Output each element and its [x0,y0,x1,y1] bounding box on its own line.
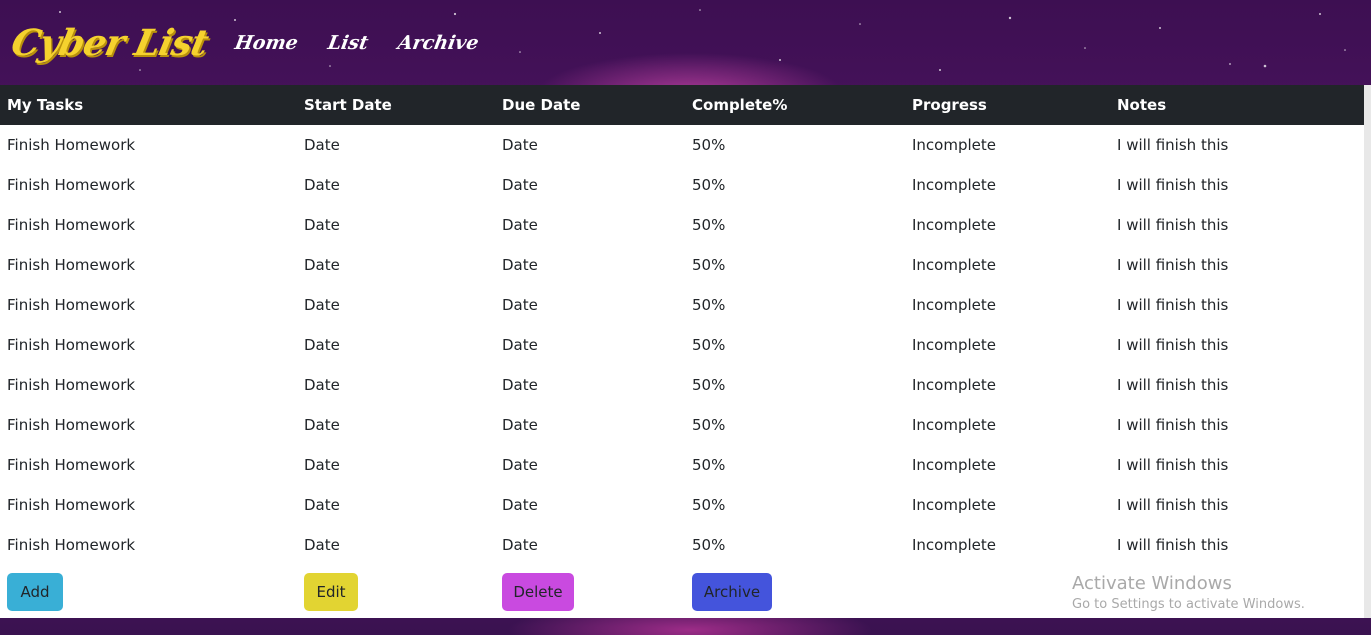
complete-percent-cell: 50% [692,536,726,554]
table-row[interactable]: Finish Homework Date Date 50% Incomplete I wi… [0,405,1364,445]
table-row[interactable]: Finish Homework Date Date 50% Incomplete I wi… [0,205,1364,245]
table-header-row: My Tasks Start Date Due Date Complete% P… [0,85,1364,125]
table-row[interactable]: Finish Homework Date Date 50% Incomplete I wi… [0,245,1364,285]
start-date-cell: Date [304,336,340,354]
start-date-cell: Date [304,256,340,274]
start-date-cell: Date [304,416,340,434]
header-start-date: Start Date [304,96,392,114]
notes-cell: I will finish this [1117,216,1229,234]
table-row[interactable]: Finish Homework Date Date 50% Incomplete I wi… [0,325,1364,365]
progress-cell: Incomplete [912,136,996,154]
due-date-cell: Date [502,296,538,314]
top-navbar: Cyber List Home List Archive [0,0,1371,85]
activate-windows-watermark: Activate Windows Go to Settings to activ… [1072,573,1305,615]
task-name-cell: Finish Homework [7,256,136,274]
progress-cell: Incomplete [912,496,996,514]
due-date-cell: Date [502,336,538,354]
due-date-cell: Date [502,136,538,154]
task-name-cell: Finish Homework [7,176,136,194]
complete-percent-cell: 50% [692,296,726,314]
header-my-tasks: My Tasks [7,96,84,114]
task-name-cell: Finish Homework [7,456,136,474]
edit-button[interactable]: Edit [304,573,358,611]
delete-button[interactable]: Delete [502,573,574,611]
header-notes: Notes [1117,96,1167,114]
notes-cell: I will finish this [1117,536,1229,554]
due-date-cell: Date [502,536,538,554]
notes-cell: I will finish this [1117,456,1229,474]
task-name-cell: Finish Homework [7,136,136,154]
start-date-cell: Date [304,296,340,314]
task-name-cell: Finish Homework [7,216,136,234]
start-date-cell: Date [304,376,340,394]
notes-cell: I will finish this [1117,176,1229,194]
progress-cell: Incomplete [912,416,996,434]
task-name-cell: Finish Homework [7,496,136,514]
table-row[interactable]: Finish Homework Date Date 50% Incomplete I wi… [0,445,1364,485]
start-date-cell: Date [304,536,340,554]
header-progress: Progress [912,96,987,114]
start-date-cell: Date [304,456,340,474]
table-row[interactable]: Finish Homework Date Date 50% Incomplete I wi… [0,285,1364,325]
table-row[interactable]: Finish Homework Date Date 50% Incomplete I wi… [0,125,1364,165]
task-name-cell: Finish Homework [7,536,136,554]
complete-percent-cell: 50% [692,496,726,514]
progress-cell: Incomplete [912,176,996,194]
progress-cell: Incomplete [912,296,996,314]
task-name-cell: Finish Homework [7,336,136,354]
nav-link-list[interactable]: List [326,32,370,54]
complete-percent-cell: 50% [692,456,726,474]
nav-link-archive[interactable]: Archive [396,32,480,54]
due-date-cell: Date [502,496,538,514]
notes-cell: I will finish this [1117,416,1229,434]
nav-link-home[interactable]: Home [233,32,300,54]
due-date-cell: Date [502,376,538,394]
notes-cell: I will finish this [1117,376,1229,394]
watermark-title: Activate Windows [1072,573,1232,594]
due-date-cell: Date [502,416,538,434]
due-date-cell: Date [502,216,538,234]
progress-cell: Incomplete [912,376,996,394]
notes-cell: I will finish this [1117,256,1229,274]
task-name-cell: Finish Homework [7,376,136,394]
due-date-cell: Date [502,256,538,274]
scrollbar-track[interactable] [1364,85,1371,618]
header-complete-percent: Complete% [692,96,788,114]
task-name-cell: Finish Homework [7,416,136,434]
header-due-date: Due Date [502,96,581,114]
due-date-cell: Date [502,456,538,474]
table-row[interactable]: Finish Homework Date Date 50% Incomplete I wi… [0,165,1364,205]
start-date-cell: Date [304,176,340,194]
notes-cell: I will finish this [1117,336,1229,354]
progress-cell: Incomplete [912,456,996,474]
task-name-cell: Finish Homework [7,296,136,314]
start-date-cell: Date [304,216,340,234]
complete-percent-cell: 50% [692,416,726,434]
notes-cell: I will finish this [1117,296,1229,314]
complete-percent-cell: 50% [692,376,726,394]
complete-percent-cell: 50% [692,176,726,194]
table-row[interactable]: Finish Homework Date Date 50% Incomplete I wi… [0,365,1364,405]
due-date-cell: Date [502,176,538,194]
start-date-cell: Date [304,496,340,514]
progress-cell: Incomplete [912,536,996,554]
watermark-subtitle: Go to Settings to activate Windows. [1072,597,1305,612]
progress-cell: Incomplete [912,256,996,274]
complete-percent-cell: 50% [692,256,726,274]
add-button[interactable]: Add [7,573,63,611]
archive-button[interactable]: Archive [692,573,772,611]
complete-percent-cell: 50% [692,136,726,154]
table-row[interactable]: Finish Homework Date Date 50% Incomplete I wi… [0,485,1364,525]
brand-logo[interactable]: Cyber List [8,22,212,64]
progress-cell: Incomplete [912,216,996,234]
start-date-cell: Date [304,136,340,154]
complete-percent-cell: 50% [692,216,726,234]
progress-cell: Incomplete [912,336,996,354]
notes-cell: I will finish this [1117,496,1229,514]
complete-percent-cell: 50% [692,336,726,354]
task-panel: My Tasks Start Date Due Date Complete% P… [0,85,1364,618]
table-row[interactable]: Finish Homework Date Date 50% Incomplete I wi… [0,525,1364,565]
notes-cell: I will finish this [1117,136,1229,154]
